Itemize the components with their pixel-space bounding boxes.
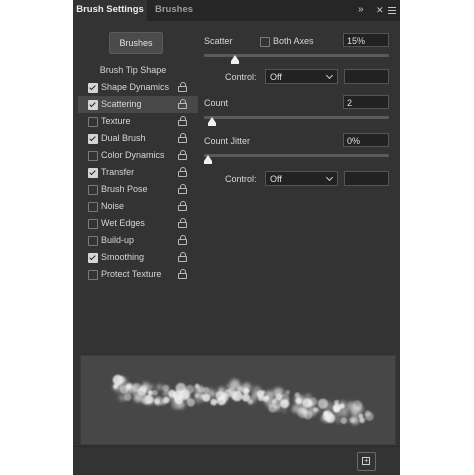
option-item-color-dynamics[interactable]: Color Dynamics xyxy=(78,147,198,164)
option-checkbox-dual-brush[interactable] xyxy=(88,134,98,144)
count-jitter-label: Count Jitter xyxy=(204,136,251,146)
option-checkbox-noise[interactable] xyxy=(88,202,98,212)
brush-tip-shape-item[interactable]: Brush Tip Shape xyxy=(78,62,198,79)
count-jitter-control-label: Control: xyxy=(225,174,257,184)
hamburger-menu-icon[interactable] xyxy=(388,7,396,14)
collapse-panel-icon[interactable]: » xyxy=(358,0,364,21)
option-checkbox-wet-edges[interactable] xyxy=(88,219,98,229)
scatter-slider-thumb[interactable] xyxy=(230,55,239,64)
option-checkbox-smoothing[interactable] xyxy=(88,253,98,263)
option-item-protect-texture[interactable]: Protect Texture xyxy=(78,266,198,283)
option-label-wet-edges: Wet Edges xyxy=(101,218,145,228)
lock-icon[interactable] xyxy=(178,99,188,110)
option-item-scattering[interactable]: Scattering xyxy=(78,96,198,113)
panel-footer: + xyxy=(73,446,400,475)
option-item-noise[interactable]: Noise xyxy=(78,198,198,215)
option-label-scattering: Scattering xyxy=(101,99,142,109)
option-label-brush-pose: Brush Pose xyxy=(101,184,148,194)
lock-icon[interactable] xyxy=(178,184,188,195)
count-slider-track[interactable] xyxy=(204,116,389,119)
count-jitter-control-select[interactable]: Off xyxy=(265,171,338,186)
option-item-wet-edges[interactable]: Wet Edges xyxy=(78,215,198,232)
lock-icon[interactable] xyxy=(178,82,188,93)
count-label: Count xyxy=(204,98,229,108)
option-checkbox-color-dynamics[interactable] xyxy=(88,151,98,161)
count-jitter-slider-thumb[interactable] xyxy=(204,155,212,164)
option-item-shape-dynamics[interactable]: Shape Dynamics xyxy=(78,79,198,96)
lock-icon[interactable] xyxy=(178,133,188,144)
option-item-texture[interactable]: Texture xyxy=(78,113,198,130)
option-checkbox-protect-texture[interactable] xyxy=(88,270,98,280)
brush-stroke-preview xyxy=(80,355,396,445)
count-jitter-value-field[interactable]: 0% xyxy=(343,133,389,147)
tab-bar: Brush Settings Brushes » ✕ xyxy=(73,0,400,21)
tab-brushes[interactable]: Brushes xyxy=(155,0,193,21)
both-axes-checkbox[interactable] xyxy=(260,37,270,47)
chevron-down-icon xyxy=(325,71,334,80)
option-checkbox-texture[interactable] xyxy=(88,117,98,127)
option-checkbox-build-up[interactable] xyxy=(88,236,98,246)
option-checkbox-brush-pose[interactable] xyxy=(88,185,98,195)
option-label-texture: Texture xyxy=(101,116,131,126)
option-item-smoothing[interactable]: Smoothing xyxy=(78,249,198,266)
option-label-transfer: Transfer xyxy=(101,167,135,177)
brush-stroke-preview-image xyxy=(112,374,374,425)
new-preset-icon[interactable]: + xyxy=(357,452,376,471)
option-label-shape-dynamics: Shape Dynamics xyxy=(101,82,170,92)
lock-icon[interactable] xyxy=(178,150,188,161)
lock-icon[interactable] xyxy=(178,201,188,212)
option-item-brush-pose[interactable]: Brush Pose xyxy=(78,181,198,198)
option-item-dual-brush[interactable]: Dual Brush xyxy=(78,130,198,147)
scatter-control-extra-field[interactable] xyxy=(344,69,389,84)
scatter-control-select[interactable]: Off xyxy=(265,69,338,84)
option-label-dual-brush: Dual Brush xyxy=(101,133,146,143)
option-label-color-dynamics: Color Dynamics xyxy=(101,150,165,160)
count-jitter-control-value: Off xyxy=(270,174,282,184)
count-slider-thumb[interactable] xyxy=(207,117,216,126)
lock-icon[interactable] xyxy=(178,269,188,280)
tab-brush-settings[interactable]: Brush Settings xyxy=(73,0,147,21)
option-checkbox-transfer[interactable] xyxy=(88,168,98,178)
option-item-transfer[interactable]: Transfer xyxy=(78,164,198,181)
plus-icon: + xyxy=(364,456,369,465)
lock-icon[interactable] xyxy=(178,252,188,263)
scatter-value-field[interactable]: 15% xyxy=(343,33,389,47)
lock-icon[interactable] xyxy=(178,167,188,178)
lock-icon[interactable] xyxy=(178,116,188,127)
scatter-control-value: Off xyxy=(270,72,282,82)
option-label-smoothing: Smoothing xyxy=(101,252,145,262)
count-jitter-slider-track[interactable] xyxy=(204,154,389,157)
chevron-down-icon xyxy=(325,173,334,182)
option-item-build-up[interactable]: Build-up xyxy=(78,232,198,249)
option-checkbox-shape-dynamics[interactable] xyxy=(88,83,98,93)
lock-icon[interactable] xyxy=(178,235,188,246)
brushes-button[interactable]: Brushes xyxy=(109,32,163,54)
option-label-noise: Noise xyxy=(101,201,125,211)
close-icon[interactable]: ✕ xyxy=(376,0,384,21)
both-axes-label: Both Axes xyxy=(273,36,314,46)
scatter-control-label: Control: xyxy=(225,72,257,82)
option-label-build-up: Build-up xyxy=(101,235,135,245)
option-label-protect-texture: Protect Texture xyxy=(101,269,162,279)
option-checkbox-scattering[interactable] xyxy=(88,100,98,110)
brush-settings-panel: Brush Settings Brushes » ✕ Brushes Brush… xyxy=(73,0,400,475)
brush-tip-shape-label: Brush Tip Shape xyxy=(99,65,167,75)
scatter-label: Scatter xyxy=(204,36,233,46)
lock-icon[interactable] xyxy=(178,218,188,229)
count-value-field[interactable]: 2 xyxy=(343,95,389,109)
count-jitter-control-extra-field[interactable] xyxy=(344,171,389,186)
